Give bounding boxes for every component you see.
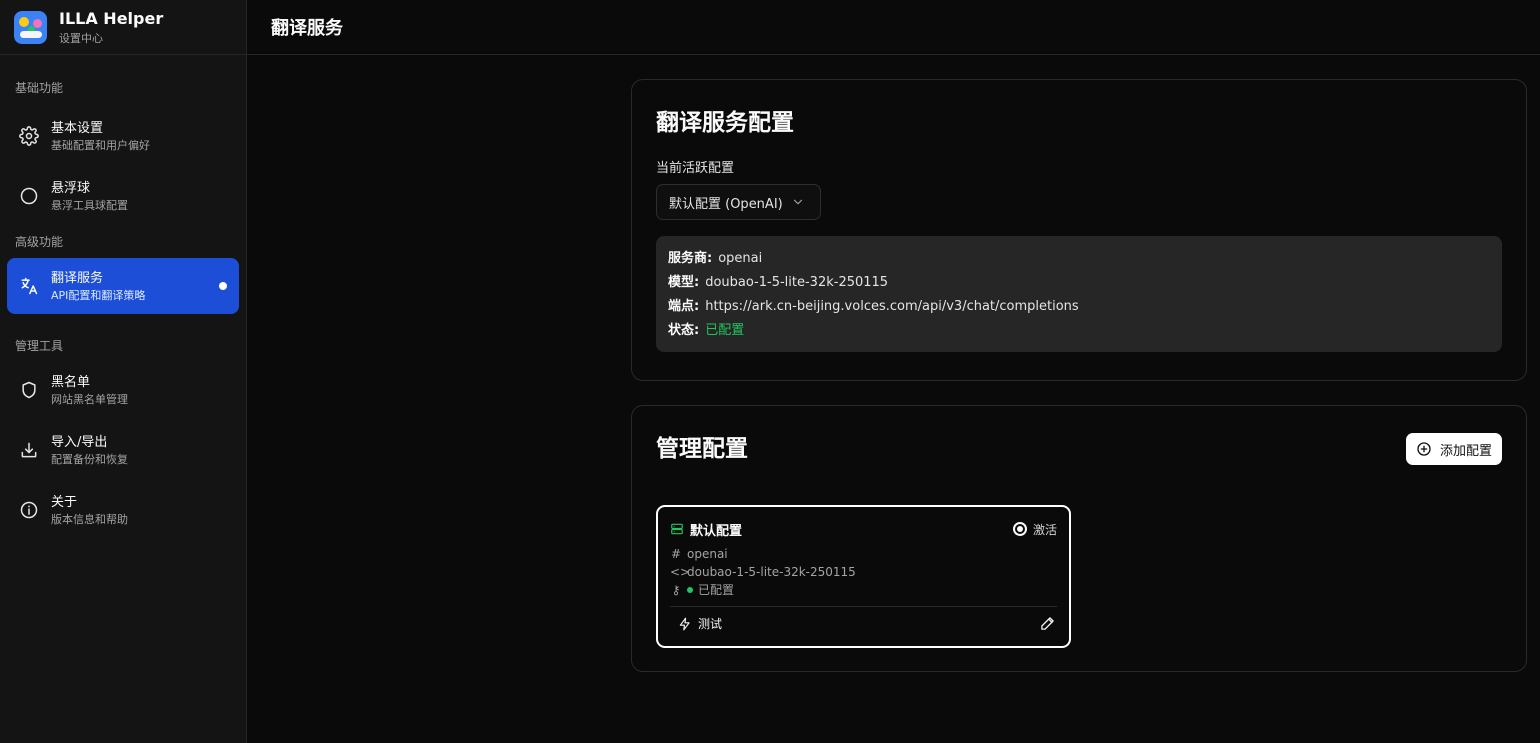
- config-item-card[interactable]: 默认配置 激活 # openai <> doubao-1-5-lite-32k-…: [656, 505, 1071, 648]
- topbar: 翻译服务: [247, 0, 1540, 55]
- info-status-row: 状态: 已配置: [668, 319, 1490, 343]
- test-config-button[interactable]: 测试: [670, 615, 722, 632]
- manage-config-card: 管理配置 添加配置 默认配置 激活 # openai <> doubao-1-5…: [631, 405, 1527, 672]
- config-active-radio[interactable]: 激活: [1012, 521, 1057, 538]
- radio-selected-icon: [1012, 522, 1027, 536]
- active-config-select[interactable]: 默认配置 (OpenAI): [656, 184, 821, 220]
- sidebar-item-import-export[interactable]: 导入/导出 配置备份和恢复: [7, 422, 239, 478]
- section-advanced: 高级功能: [15, 235, 64, 249]
- lightning-icon: [679, 617, 690, 630]
- config-model-line: <> doubao-1-5-lite-32k-250115: [670, 565, 856, 579]
- section-management: 管理工具: [15, 339, 64, 353]
- sidebar-item-label: 悬浮球: [51, 180, 91, 196]
- server-icon: [671, 523, 683, 535]
- plus-circle-icon: [1417, 442, 1431, 456]
- app-title: ILLA Helper: [59, 8, 164, 28]
- sidebar-item-translation[interactable]: 翻译服务 API配置和翻译策略: [7, 258, 239, 314]
- circle-icon: [19, 186, 39, 206]
- pencil-icon: [1040, 617, 1054, 630]
- active-config-value: 默认配置 (OpenAI): [669, 196, 783, 212]
- config-name: 默认配置: [690, 523, 743, 539]
- info-model-value: doubao-1-5-lite-32k-250115: [705, 275, 889, 290]
- chevron-down-icon: [793, 199, 802, 205]
- config-provider-line: # openai: [670, 547, 728, 561]
- sidebar-item-desc: 版本信息和帮助: [51, 512, 128, 526]
- sidebar-item-floating-ball[interactable]: 悬浮球 悬浮工具球配置: [7, 168, 239, 224]
- add-config-label: 添加配置: [1439, 443, 1492, 459]
- manage-config-title: 管理配置: [656, 436, 748, 462]
- sidebar-nav: 基础功能 基本设置 基础配置和用户偏好 悬浮球 悬浮工具球配置 高级功能 翻译服…: [0, 55, 246, 538]
- info-provider-value: openai: [718, 251, 763, 266]
- download-icon: [19, 440, 39, 460]
- shield-icon: [19, 380, 39, 400]
- brand: ILLA Helper 设置中心: [0, 0, 246, 55]
- sidebar-item-desc: API配置和翻译策略: [51, 288, 146, 302]
- active-config-label: 当前活跃配置: [656, 161, 735, 176]
- sidebar-item-desc: 网站黑名单管理: [51, 392, 128, 406]
- status-dot: [687, 587, 693, 593]
- info-endpoint-value: https://ark.cn-beijing.volces.com/api/v3…: [705, 299, 1079, 314]
- info-model-row: 模型: doubao-1-5-lite-32k-250115: [668, 271, 1490, 295]
- gear-icon: [19, 126, 39, 146]
- info-provider-row: 服务商: openai: [668, 247, 1490, 271]
- sidebar-item-blacklist[interactable]: 黑名单 网站黑名单管理: [7, 362, 239, 418]
- key-icon: ⚷: [671, 583, 681, 597]
- sidebar-item-desc: 基础配置和用户偏好: [51, 138, 150, 152]
- translate-icon: [19, 276, 39, 296]
- service-config-card: 翻译服务配置 当前活跃配置 默认配置 (OpenAI) 服务商: openai …: [631, 79, 1527, 381]
- add-config-button[interactable]: 添加配置: [1405, 433, 1502, 465]
- sidebar-item-desc: 悬浮工具球配置: [51, 198, 128, 212]
- content-area: 翻译服务配置 当前活跃配置 默认配置 (OpenAI) 服务商: openai …: [247, 55, 1540, 743]
- main-panel: 翻译服务 翻译服务配置 当前活跃配置 默认配置 (OpenAI) 服务商: op…: [247, 0, 1540, 743]
- sidebar-item-basic-settings[interactable]: 基本设置 基础配置和用户偏好: [7, 108, 239, 164]
- app-window: ILLA Helper 设置中心 基础功能 基本设置 基础配置和用户偏好 悬浮球…: [0, 0, 1540, 743]
- sidebar-item-label: 导入/导出: [51, 434, 108, 450]
- info-endpoint-row: 端点: https://ark.cn-beijing.volces.com/ap…: [668, 295, 1490, 319]
- config-active-label: 激活: [1032, 522, 1057, 537]
- code-icon: <>: [670, 565, 691, 579]
- sidebar-item-about[interactable]: 关于 版本信息和帮助: [7, 482, 239, 538]
- page-title: 翻译服务: [271, 18, 343, 39]
- sidebar-item-desc: 配置备份和恢复: [51, 452, 128, 466]
- config-info-box: 服务商: openai 模型: doubao-1-5-lite-32k-2501…: [656, 236, 1502, 352]
- info-icon: [19, 500, 39, 520]
- info-status-value: 已配置: [705, 323, 745, 338]
- sidebar: ILLA Helper 设置中心 基础功能 基本设置 基础配置和用户偏好 悬浮球…: [0, 0, 247, 743]
- service-config-title: 翻译服务配置: [656, 110, 794, 136]
- config-status-line: ⚷ 已配置: [671, 583, 735, 597]
- hash-icon: #: [670, 547, 682, 561]
- edit-config-button[interactable]: [1037, 614, 1057, 634]
- sidebar-item-label: 翻译服务: [51, 270, 104, 286]
- app-logo-icon: [14, 10, 47, 44]
- sidebar-item-label: 关于: [51, 494, 78, 510]
- test-label: 测试: [698, 617, 723, 631]
- app-subtitle: 设置中心: [59, 31, 103, 45]
- section-basic: 基础功能: [15, 81, 64, 95]
- active-indicator-dot: [219, 282, 227, 290]
- sidebar-item-label: 基本设置: [51, 120, 104, 136]
- sidebar-item-label: 黑名单: [51, 374, 91, 390]
